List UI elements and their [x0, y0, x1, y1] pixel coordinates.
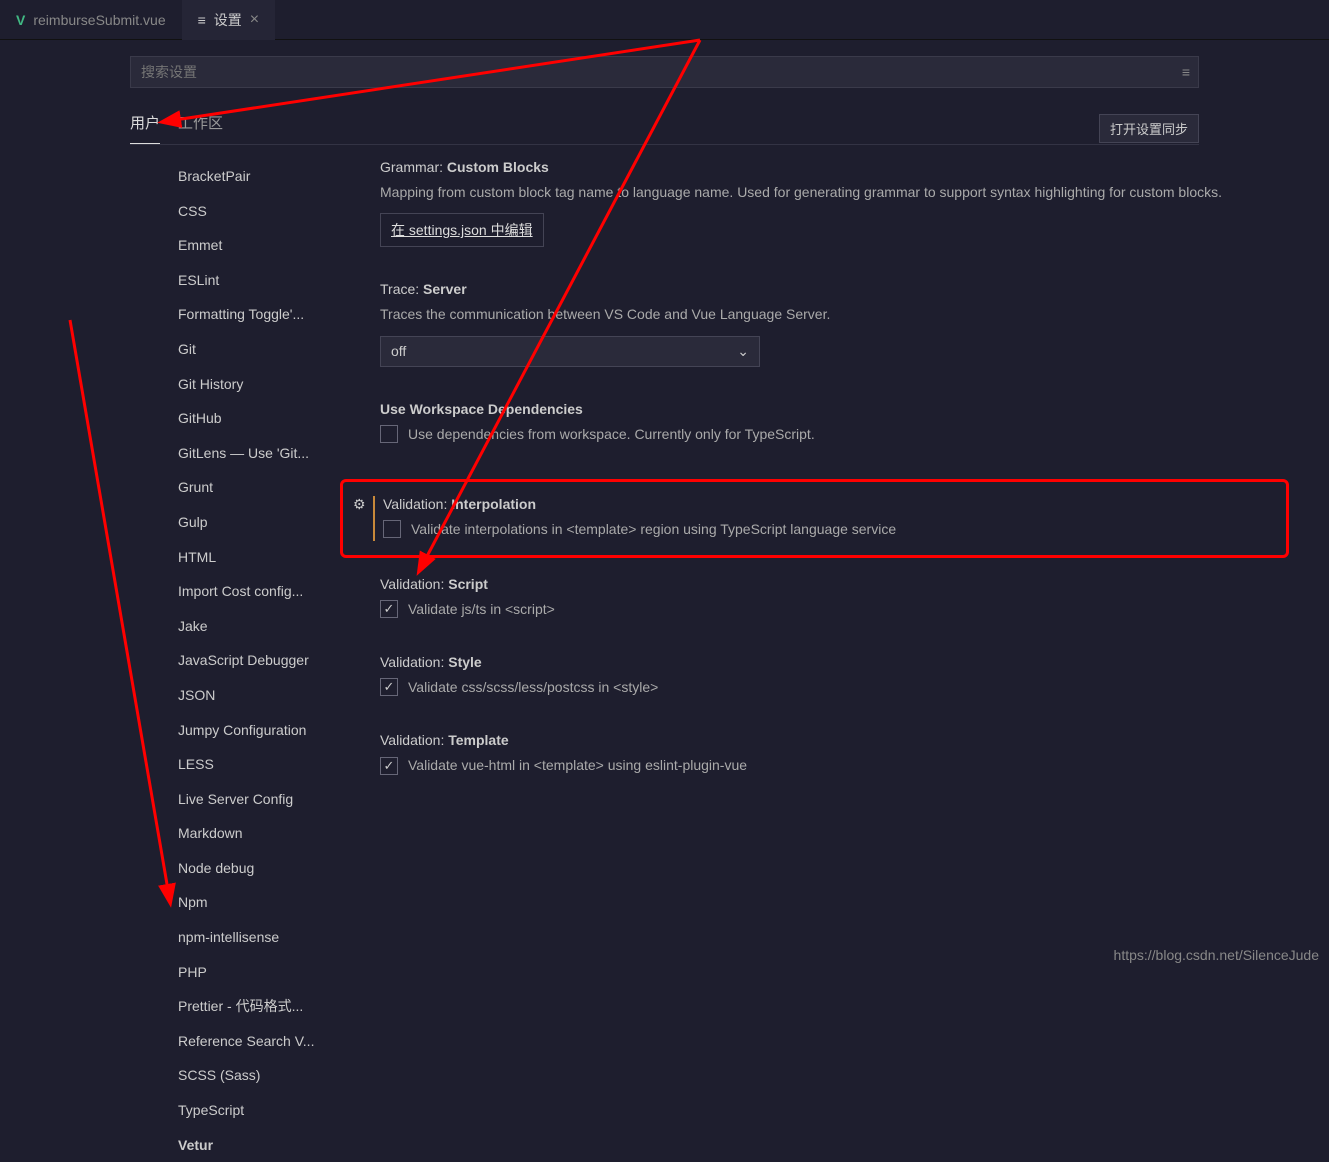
checkbox-validation-script[interactable]	[380, 600, 398, 618]
setting-validation-style: Validation: Style Validate css/scss/less…	[380, 654, 1329, 698]
tab-file-label: reimburseSubmit.vue	[33, 12, 165, 28]
scope-tabs: 用户 工作区	[130, 112, 223, 144]
sidebar-item[interactable]: Jumpy Configuration	[160, 713, 360, 748]
setting-desc: Validate js/ts in <script>	[408, 598, 555, 620]
sidebar-item[interactable]: Jake	[160, 609, 360, 644]
setting-title-prefix: Validation:	[380, 576, 448, 592]
setting-desc: Validate interpolations in <template> re…	[411, 518, 896, 540]
tab-file[interactable]: V reimburseSubmit.vue	[0, 0, 182, 40]
sidebar-item[interactable]: ESLint	[160, 263, 360, 298]
watermark: https://blog.csdn.net/SilenceJude	[1114, 947, 1319, 963]
sidebar-item[interactable]: SCSS (Sass)	[160, 1058, 360, 1093]
sidebar-item[interactable]: Vetur	[160, 1128, 360, 1162]
setting-title-name: Use Workspace Dependencies	[380, 401, 583, 417]
checkbox-workspace-deps[interactable]	[380, 425, 398, 443]
sidebar-item[interactable]: CSS	[160, 194, 360, 229]
setting-title-name: Custom Blocks	[447, 159, 549, 175]
sidebar-item[interactable]: JavaScript Debugger	[160, 643, 360, 678]
setting-title-name: Style	[448, 654, 481, 670]
filter-icon[interactable]: ≡	[1174, 64, 1198, 80]
tab-settings[interactable]: ≡ 设置 ×	[182, 0, 276, 40]
sidebar-item[interactable]: GitLens — Use 'Git...	[160, 436, 360, 471]
sidebar-item[interactable]: BracketPair	[160, 159, 360, 194]
scope-user[interactable]: 用户	[130, 112, 160, 144]
sidebar-item[interactable]: Gulp	[160, 505, 360, 540]
open-settings-sync-button[interactable]: 打开设置同步	[1099, 114, 1199, 143]
sidebar-item[interactable]: Formatting Toggle'...	[160, 297, 360, 332]
setting-desc: Validate vue-html in <template> using es…	[408, 754, 747, 776]
setting-desc: Traces the communication between VS Code…	[380, 303, 1329, 325]
sidebar-item[interactable]: HTML	[160, 540, 360, 575]
sidebar-item[interactable]: Import Cost config...	[160, 574, 360, 609]
trace-server-dropdown[interactable]: off ⌄	[380, 336, 760, 367]
sidebar-item[interactable]: Node debug	[160, 851, 360, 886]
sidebar-item[interactable]: Grunt	[160, 470, 360, 505]
sidebar-item[interactable]: npm-intellisense	[160, 920, 360, 955]
vue-icon: V	[16, 12, 25, 28]
sidebar-item[interactable]: JSON	[160, 678, 360, 713]
search-input[interactable]	[131, 64, 1174, 80]
sidebar-item[interactable]: Reference Search V...	[160, 1024, 360, 1059]
setting-title-name: Template	[448, 732, 508, 748]
setting-title-prefix: Validation:	[380, 732, 448, 748]
sidebar-item[interactable]: LESS	[160, 747, 360, 782]
chevron-down-icon: ⌄	[737, 343, 749, 360]
scope-workspace[interactable]: 工作区	[178, 112, 223, 144]
settings-tab-icon: ≡	[198, 12, 206, 28]
setting-title-prefix: Validation:	[380, 654, 448, 670]
setting-title-name: Script	[448, 576, 488, 592]
setting-desc: Validate css/scss/less/postcss in <style…	[408, 676, 658, 698]
setting-title-prefix: Trace:	[380, 281, 423, 297]
tab-bar: V reimburseSubmit.vue ≡ 设置 ×	[0, 0, 1329, 40]
checkbox-validation-interpolation[interactable]	[383, 520, 401, 538]
setting-validation-script: Validation: Script Validate js/ts in <sc…	[380, 576, 1329, 620]
setting-validation-interpolation: ⚙ Validation: Interpolation Validate int…	[340, 479, 1289, 557]
sidebar-item[interactable]: Npm	[160, 885, 360, 920]
setting-title-name: Interpolation	[451, 496, 536, 512]
sidebar-item[interactable]: GitHub	[160, 401, 360, 436]
checkbox-validation-template[interactable]	[380, 757, 398, 775]
tab-settings-label: 设置	[214, 10, 242, 30]
setting-use-workspace-deps: Use Workspace Dependencies Use dependenc…	[380, 401, 1329, 445]
settings-search[interactable]: ≡	[130, 56, 1199, 88]
setting-grammar-custom-blocks: Grammar: Custom Blocks Mapping from cust…	[380, 159, 1329, 247]
setting-validation-template: Validation: Template Validate vue-html i…	[380, 732, 1329, 776]
checkbox-validation-style[interactable]	[380, 678, 398, 696]
sidebar-item[interactable]: Markdown	[160, 816, 360, 851]
setting-title-prefix: Grammar:	[380, 159, 447, 175]
setting-title-name: Server	[423, 281, 467, 297]
setting-desc: Mapping from custom block tag name to la…	[380, 181, 1329, 203]
setting-desc: Use dependencies from workspace. Current…	[408, 423, 815, 445]
setting-title-prefix: Validation:	[383, 496, 451, 512]
dropdown-value: off	[391, 343, 406, 359]
sidebar-item[interactable]: Live Server Config	[160, 782, 360, 817]
setting-trace-server: Trace: Server Traces the communication b…	[380, 281, 1329, 366]
settings-tree: BracketPairCSSEmmetESLintFormatting Togg…	[160, 159, 360, 1162]
sidebar-item[interactable]: TypeScript	[160, 1093, 360, 1128]
sidebar-item[interactable]: Git History	[160, 367, 360, 402]
sidebar-item[interactable]: Prettier - 代码格式...	[160, 989, 360, 1024]
modified-indicator	[373, 496, 375, 540]
sidebar-item[interactable]: Emmet	[160, 228, 360, 263]
gear-icon[interactable]: ⚙	[353, 496, 366, 513]
close-icon[interactable]: ×	[250, 11, 259, 29]
sidebar-item[interactable]: Git	[160, 332, 360, 367]
edit-in-settings-json[interactable]: 在 settings.json 中编辑	[380, 213, 544, 247]
sidebar-item[interactable]: PHP	[160, 955, 360, 990]
settings-main: Grammar: Custom Blocks Mapping from cust…	[360, 159, 1329, 1162]
